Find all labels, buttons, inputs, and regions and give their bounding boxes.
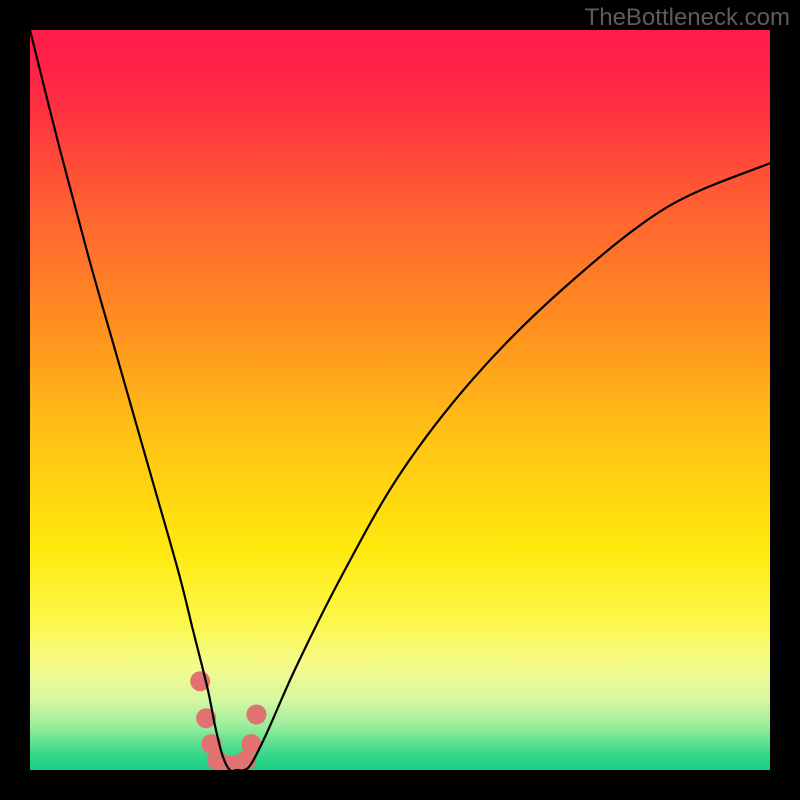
chart-svg [30,30,770,770]
marker-dot [246,705,266,725]
watermark-text: TheBottleneck.com [585,4,790,32]
chart-canvas [30,30,770,770]
heatmap-background [30,30,770,770]
outer-frame: TheBottleneck.com [0,0,800,800]
